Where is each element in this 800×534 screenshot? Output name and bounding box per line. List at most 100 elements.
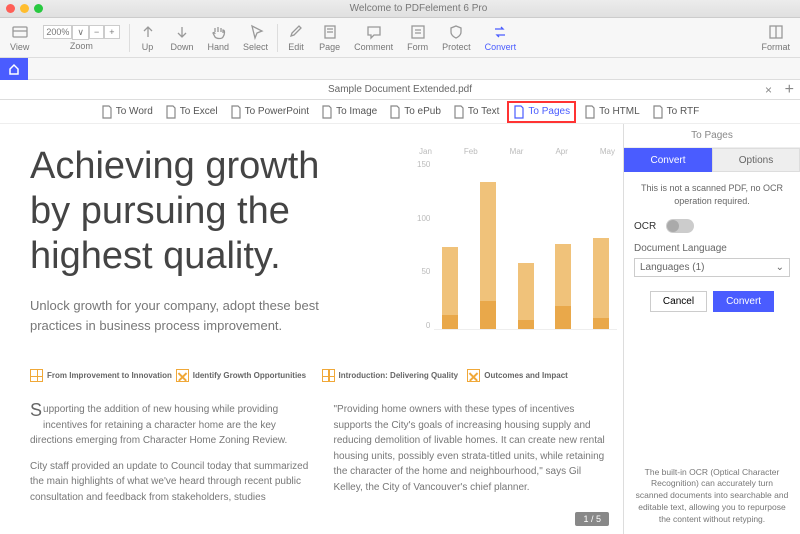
chart-y-labels: 150100500	[417, 160, 434, 330]
window-controls	[6, 4, 43, 13]
chart-bar	[548, 244, 580, 329]
minimize-window-icon[interactable]	[20, 4, 29, 13]
hand-icon	[209, 23, 227, 41]
zoom-select[interactable]: 200%	[43, 25, 72, 39]
to-rtf-button[interactable]: To RTF	[648, 103, 704, 121]
chart-month-label: Feb	[464, 147, 478, 156]
chart-y-tick: 0	[417, 321, 430, 330]
language-select[interactable]: Languages (1) ⌄	[634, 258, 790, 277]
panel-tab-convert[interactable]: Convert	[624, 148, 712, 172]
hand-button[interactable]: Hand	[202, 20, 236, 56]
link-1[interactable]: From Improvement to Innovation	[30, 369, 176, 382]
ocr-toggle[interactable]	[666, 219, 694, 233]
chart-x-labels: JanFebMarAprMay	[417, 147, 617, 156]
bar-segment-lower	[555, 306, 571, 329]
document-tab[interactable]: Sample Document Extended.pdf	[0, 84, 800, 95]
zoom-button[interactable]: 200% ∨ − + Zoom	[37, 20, 125, 56]
cancel-button[interactable]: Cancel	[650, 291, 707, 312]
link-1-label: From Improvement to Innovation	[47, 371, 172, 380]
edit-icon	[287, 23, 305, 41]
panel-tabs: Convert Options	[624, 148, 800, 172]
side-panel: To Pages Convert Options This is not a s…	[623, 124, 800, 534]
hand-label: Hand	[208, 42, 230, 52]
page-icon	[321, 23, 339, 41]
format-button[interactable]: Format	[755, 20, 796, 56]
document-icon	[513, 105, 525, 119]
form-button[interactable]: Form	[401, 20, 434, 56]
chart-y-tick: 100	[417, 214, 430, 223]
comment-button[interactable]: Comment	[348, 20, 399, 56]
document-icon	[584, 105, 596, 119]
to-html-button[interactable]: To HTML	[580, 103, 644, 121]
chart-month-label: Apr	[555, 147, 567, 156]
link-4-label: Outcomes and Impact	[484, 371, 568, 380]
zoom-out-icon[interactable]: −	[89, 25, 104, 39]
link-4[interactable]: Outcomes and Impact	[467, 369, 613, 382]
page-button[interactable]: Page	[313, 20, 346, 56]
close-window-icon[interactable]	[6, 4, 15, 13]
edit-label: Edit	[288, 42, 304, 52]
document-tab-bar: Sample Document Extended.pdf × +	[0, 80, 800, 100]
arrow-up-icon	[139, 23, 157, 41]
maximize-window-icon[interactable]	[34, 4, 43, 13]
panel-tab-options[interactable]: Options	[712, 148, 800, 172]
bar-segment-lower	[480, 301, 496, 329]
view-button[interactable]: View	[4, 20, 35, 56]
to-text-button[interactable]: To Text	[449, 103, 504, 121]
comment-icon	[365, 23, 383, 41]
convert-action-button[interactable]: Convert	[713, 291, 774, 312]
bar-segment-upper	[593, 238, 609, 317]
main-area: Achieving growth by pursuing the highest…	[0, 124, 800, 534]
chart-y-tick: 50	[417, 267, 430, 276]
heading-line-1: Achieving growth	[30, 145, 319, 187]
form-label: Form	[407, 42, 428, 52]
to-image-label: To Image	[336, 106, 377, 117]
to-image-button[interactable]: To Image	[317, 103, 381, 121]
col2-para-1: "Providing home owners with these types …	[334, 402, 614, 495]
panel-body: This is not a scanned PDF, no OCR operat…	[624, 172, 800, 459]
view-icon	[11, 23, 29, 41]
link-3[interactable]: Introduction: Delivering Quality	[322, 369, 468, 382]
edit-button[interactable]: Edit	[281, 20, 311, 56]
link-2[interactable]: Identify Growth Opportunities	[176, 369, 322, 382]
document-icon	[652, 105, 664, 119]
chart-month-label: Jan	[419, 147, 432, 156]
doc-link-row: From Improvement to Innovation Identify …	[30, 369, 613, 382]
arrow-down-icon	[173, 23, 191, 41]
select-button[interactable]: Select	[237, 20, 274, 56]
select-label: Select	[243, 42, 268, 52]
zoom-in-icon[interactable]: +	[104, 25, 119, 39]
protect-button[interactable]: Protect	[436, 20, 477, 56]
document-icon	[321, 105, 333, 119]
view-label: View	[10, 42, 29, 52]
to-powerpoint-button[interactable]: To PowerPoint	[226, 103, 313, 121]
cross-icon	[30, 369, 43, 382]
down-button[interactable]: Down	[165, 20, 200, 56]
bar-segment-lower	[593, 318, 609, 329]
to-word-button[interactable]: To Word	[97, 103, 157, 121]
chart-bar	[510, 263, 542, 329]
convert-button[interactable]: Convert	[479, 20, 523, 56]
up-button[interactable]: Up	[133, 20, 163, 56]
home-icon	[7, 62, 21, 76]
zoom-dropdown-icon[interactable]: ∨	[72, 25, 89, 40]
document-icon	[101, 105, 113, 119]
tab-close-icon[interactable]: ×	[765, 83, 772, 97]
home-bar	[0, 58, 800, 80]
chart: JanFebMarAprMay 150100500	[417, 147, 617, 342]
to-excel-button[interactable]: To Excel	[161, 103, 222, 121]
home-tab[interactable]	[0, 58, 28, 80]
plus-icon	[467, 369, 480, 382]
zoom-label: Zoom	[70, 41, 93, 51]
heading-line-2: by pursuing the	[30, 190, 290, 232]
document-icon	[230, 105, 242, 119]
chevron-down-icon: ⌄	[776, 262, 784, 273]
to-epub-button[interactable]: To ePub	[385, 103, 445, 121]
bar-segment-lower	[442, 315, 458, 329]
tab-new-icon[interactable]: +	[785, 81, 794, 99]
plus-icon	[176, 369, 189, 382]
chart-bar	[472, 182, 504, 329]
link-3-label: Introduction: Delivering Quality	[339, 371, 459, 380]
ocr-row: OCR	[634, 219, 790, 233]
to-pages-button[interactable]: To Pages	[507, 101, 576, 123]
